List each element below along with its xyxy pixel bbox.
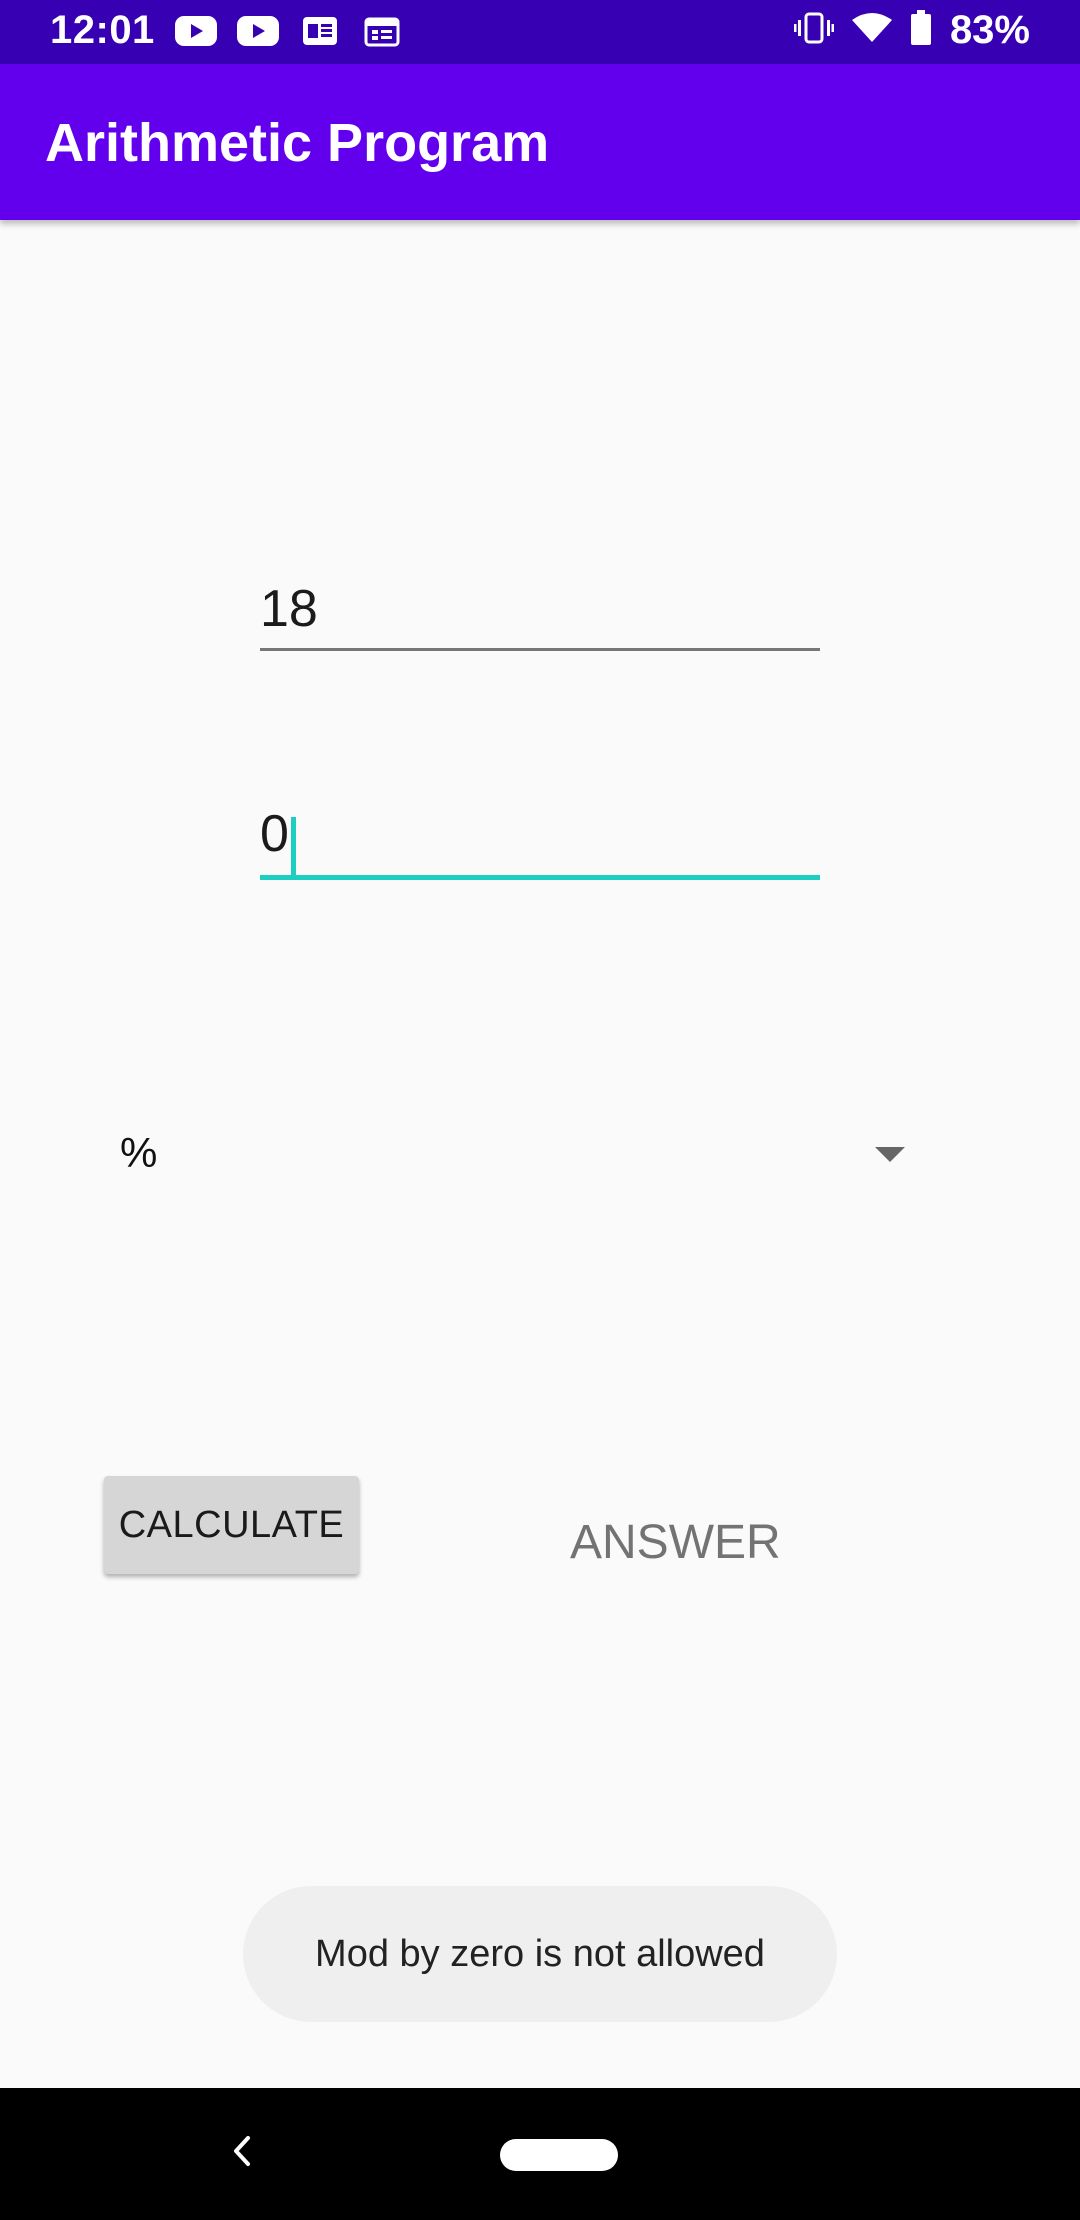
text-cursor [290, 816, 296, 877]
youtube-icon [175, 14, 217, 48]
status-notification-icons [175, 14, 403, 48]
operator-dropdown[interactable]: % [120, 1115, 905, 1195]
status-bar: 12:01 83% [0, 0, 1080, 64]
calculate-button[interactable]: CALCULATE [104, 1476, 359, 1574]
youtube-icon [237, 14, 279, 48]
battery-icon [910, 10, 932, 51]
back-icon[interactable] [222, 2126, 262, 2176]
screen: 12:01 83% Arithmetic Program 18 0 % CALC… [0, 0, 1080, 2220]
first-number-underline [260, 648, 820, 651]
first-number-value: 18 [260, 580, 318, 638]
operator-selected-value: % [120, 1129, 158, 1176]
app-bar: Arithmetic Program [0, 64, 1080, 220]
news-icon [299, 14, 341, 48]
status-system-icons: 83% [793, 8, 1030, 53]
wifi-icon [851, 12, 892, 49]
home-pill-icon[interactable] [500, 2139, 618, 2171]
second-number-value: 0 [260, 805, 289, 863]
answer-text: ANSWER [570, 1516, 781, 1569]
battery-percent: 83% [949, 8, 1030, 52]
dropdown-arrow-icon [875, 1147, 905, 1162]
status-time: 12:01 [50, 8, 155, 52]
second-number-field[interactable]: 0 [260, 803, 820, 883]
navigation-bar [0, 2088, 1080, 2220]
calendar-icon [361, 14, 403, 48]
first-number-field[interactable]: 18 [260, 578, 820, 653]
second-number-underline [260, 875, 820, 880]
toast-message: Mod by zero is not allowed [243, 1886, 837, 2022]
vibrate-icon [793, 12, 834, 49]
app-title: Arithmetic Program [45, 113, 550, 173]
